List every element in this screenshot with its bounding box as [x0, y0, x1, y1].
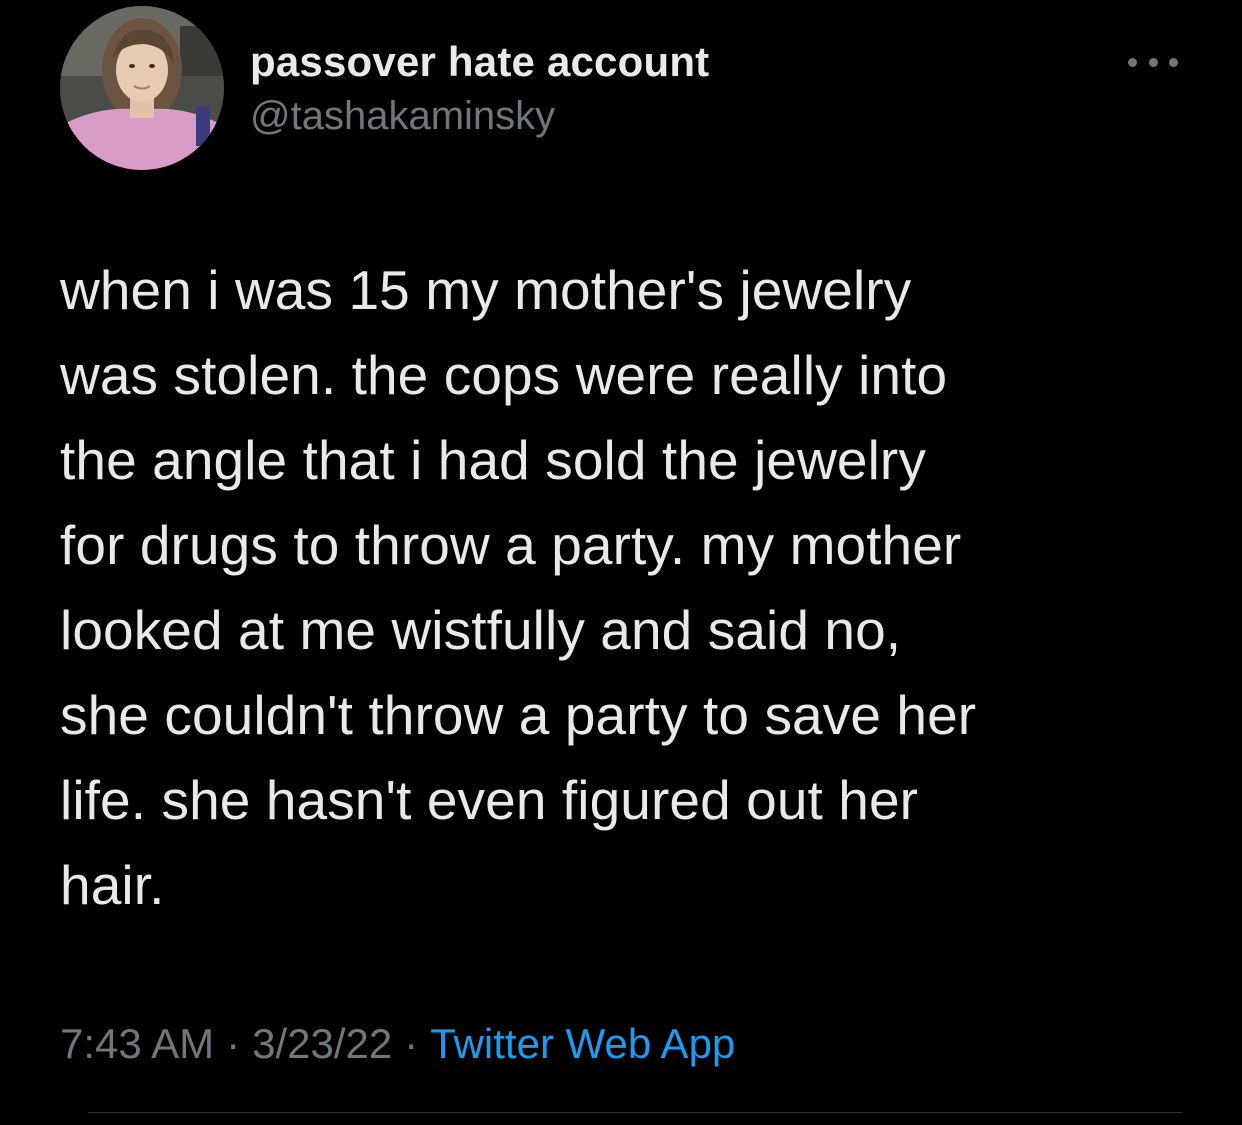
- more-horizontal-icon[interactable]: [1128, 50, 1178, 74]
- meta-separator: ·: [226, 1020, 241, 1067]
- display-name[interactable]: passover hate account: [250, 38, 709, 86]
- tweet-header: passover hate account @tashakaminsky: [60, 6, 1182, 172]
- more-dot: [1169, 57, 1178, 67]
- avatar[interactable]: [60, 6, 224, 170]
- divider: [88, 1112, 1182, 1113]
- tweet: passover hate account @tashakaminsky whe…: [0, 0, 1242, 1125]
- tweet-time[interactable]: 7:43 AM: [60, 1020, 214, 1067]
- more-dot: [1148, 57, 1158, 67]
- avatar-image: [60, 6, 224, 170]
- tweet-date[interactable]: 3/23/22: [252, 1020, 392, 1067]
- tweet-text: when i was 15 my mother's jewelry was st…: [60, 259, 977, 916]
- more-dot: [1128, 57, 1137, 67]
- user-names: passover hate account @tashakaminsky: [250, 38, 709, 140]
- meta-separator: ·: [404, 1020, 419, 1067]
- user-handle[interactable]: @tashakaminsky: [250, 92, 709, 140]
- tweet-meta: 7:43 AM · 3/23/22 · Twitter Web App: [60, 1016, 735, 1072]
- tweet-source-link[interactable]: Twitter Web App: [430, 1020, 735, 1067]
